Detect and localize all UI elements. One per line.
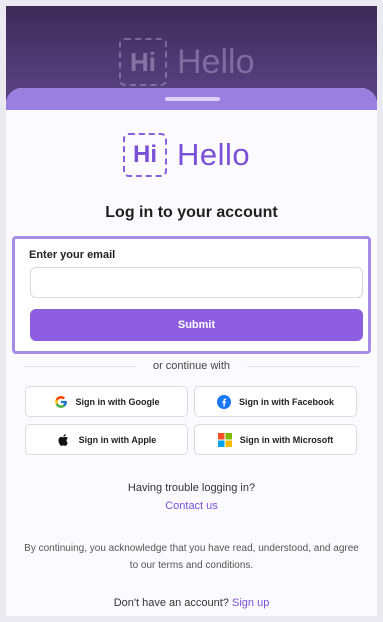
logo-hi-mark: Hi: [123, 133, 167, 177]
divider-line-right: [247, 366, 359, 367]
facebook-signin-label: Sign in with Facebook: [238, 396, 334, 407]
signup-prompt: Don't have an account? Sign up: [6, 597, 377, 609]
page-title: Log in to your account: [105, 204, 278, 221]
facebook-signin-button[interactable]: Sign in with Facebook: [194, 386, 357, 417]
brand-logo: Hi Hello: [123, 133, 250, 177]
email-field[interactable]: [30, 267, 363, 298]
background-logo-hi-mark: Hi: [119, 38, 167, 86]
email-form: Enter your email Submit: [12, 236, 371, 354]
google-signin-label: Sign in with Google: [75, 396, 160, 407]
app-frame: Hi Hello Hi Hello Log in to your account…: [6, 6, 377, 616]
microsoft-signin-label: Sign in with Microsoft: [239, 434, 334, 445]
continue-divider: or continue with: [24, 360, 359, 372]
submit-button[interactable]: Submit: [30, 309, 363, 341]
email-label: Enter your email: [29, 249, 116, 261]
apple-signin-button[interactable]: Sign in with Apple: [25, 424, 188, 455]
logo-wordmark: Hello: [177, 137, 251, 172]
facebook-icon: [216, 394, 231, 409]
sheet-grab-handle[interactable]: [165, 97, 220, 101]
legal-notice: By continuing, you acknowledge that you …: [24, 543, 359, 571]
microsoft-icon: [217, 432, 232, 447]
apple-signin-label: Sign in with Apple: [78, 434, 157, 445]
signup-link[interactable]: Sign up: [232, 597, 269, 609]
signup-prompt-text: Don't have an account?: [113, 597, 229, 609]
contact-us-link[interactable]: Contact us: [6, 500, 377, 512]
google-signin-button[interactable]: Sign in with Google: [25, 386, 188, 417]
login-sheet: Hi Hello Log in to your account Enter yo…: [6, 88, 377, 616]
background-logo-wordmark: Hello: [177, 42, 255, 81]
apple-icon: [57, 433, 71, 447]
trouble-text: Having trouble logging in?: [127, 482, 256, 494]
microsoft-signin-button[interactable]: Sign in with Microsoft: [194, 424, 357, 455]
background-logo: Hi Hello: [119, 38, 254, 86]
google-icon: [54, 395, 68, 409]
logo-hi-text: Hi: [133, 141, 157, 168]
sheet-header-bar: [6, 88, 377, 110]
